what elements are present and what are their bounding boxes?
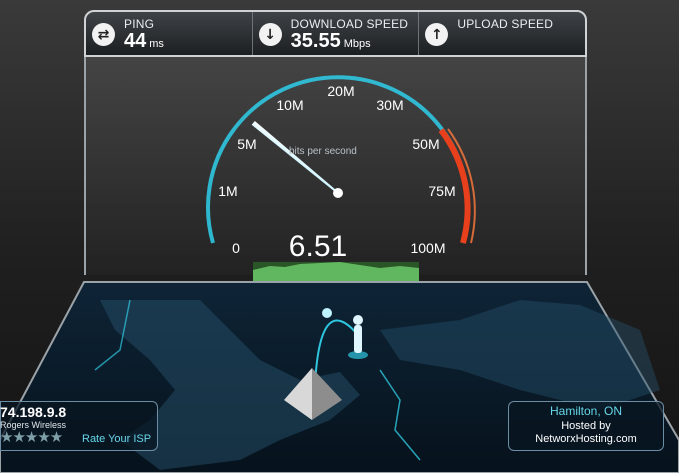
gauge-tick-100m: 100M bbox=[410, 240, 445, 256]
gauge-tick-30m: 30M bbox=[376, 97, 403, 113]
gauge-arc bbox=[206, 75, 470, 244]
gauge-tick-1m: 1M bbox=[218, 183, 237, 199]
target-dot bbox=[322, 308, 332, 318]
ip-address: 74.198.9.8 bbox=[0, 404, 67, 420]
hosted-by-label: Hosted by bbox=[561, 420, 611, 432]
rate-isp-link[interactable]: Rate Your ISP bbox=[82, 433, 151, 445]
needle-hub bbox=[333, 188, 343, 198]
gauge-tick-20m: 20M bbox=[327, 83, 354, 99]
gauge-tick-0: 0 bbox=[232, 240, 240, 256]
server-city: Hamilton, ON bbox=[549, 404, 623, 418]
gauge-tick-5m: 5M bbox=[237, 136, 256, 152]
unit-label: bits per second bbox=[289, 146, 357, 157]
gauge-needle bbox=[251, 120, 339, 194]
gauge-tick-10m: 10M bbox=[276, 97, 303, 113]
rating-stars[interactable]: ★★★★★ bbox=[0, 428, 63, 446]
current-speed: 6.51 bbox=[288, 230, 348, 263]
gauge-tick-75m: 75M bbox=[428, 183, 455, 199]
host-name[interactable]: NetworxHosting.com bbox=[508, 433, 664, 445]
gauge-tick-50m: 50M bbox=[412, 136, 439, 152]
